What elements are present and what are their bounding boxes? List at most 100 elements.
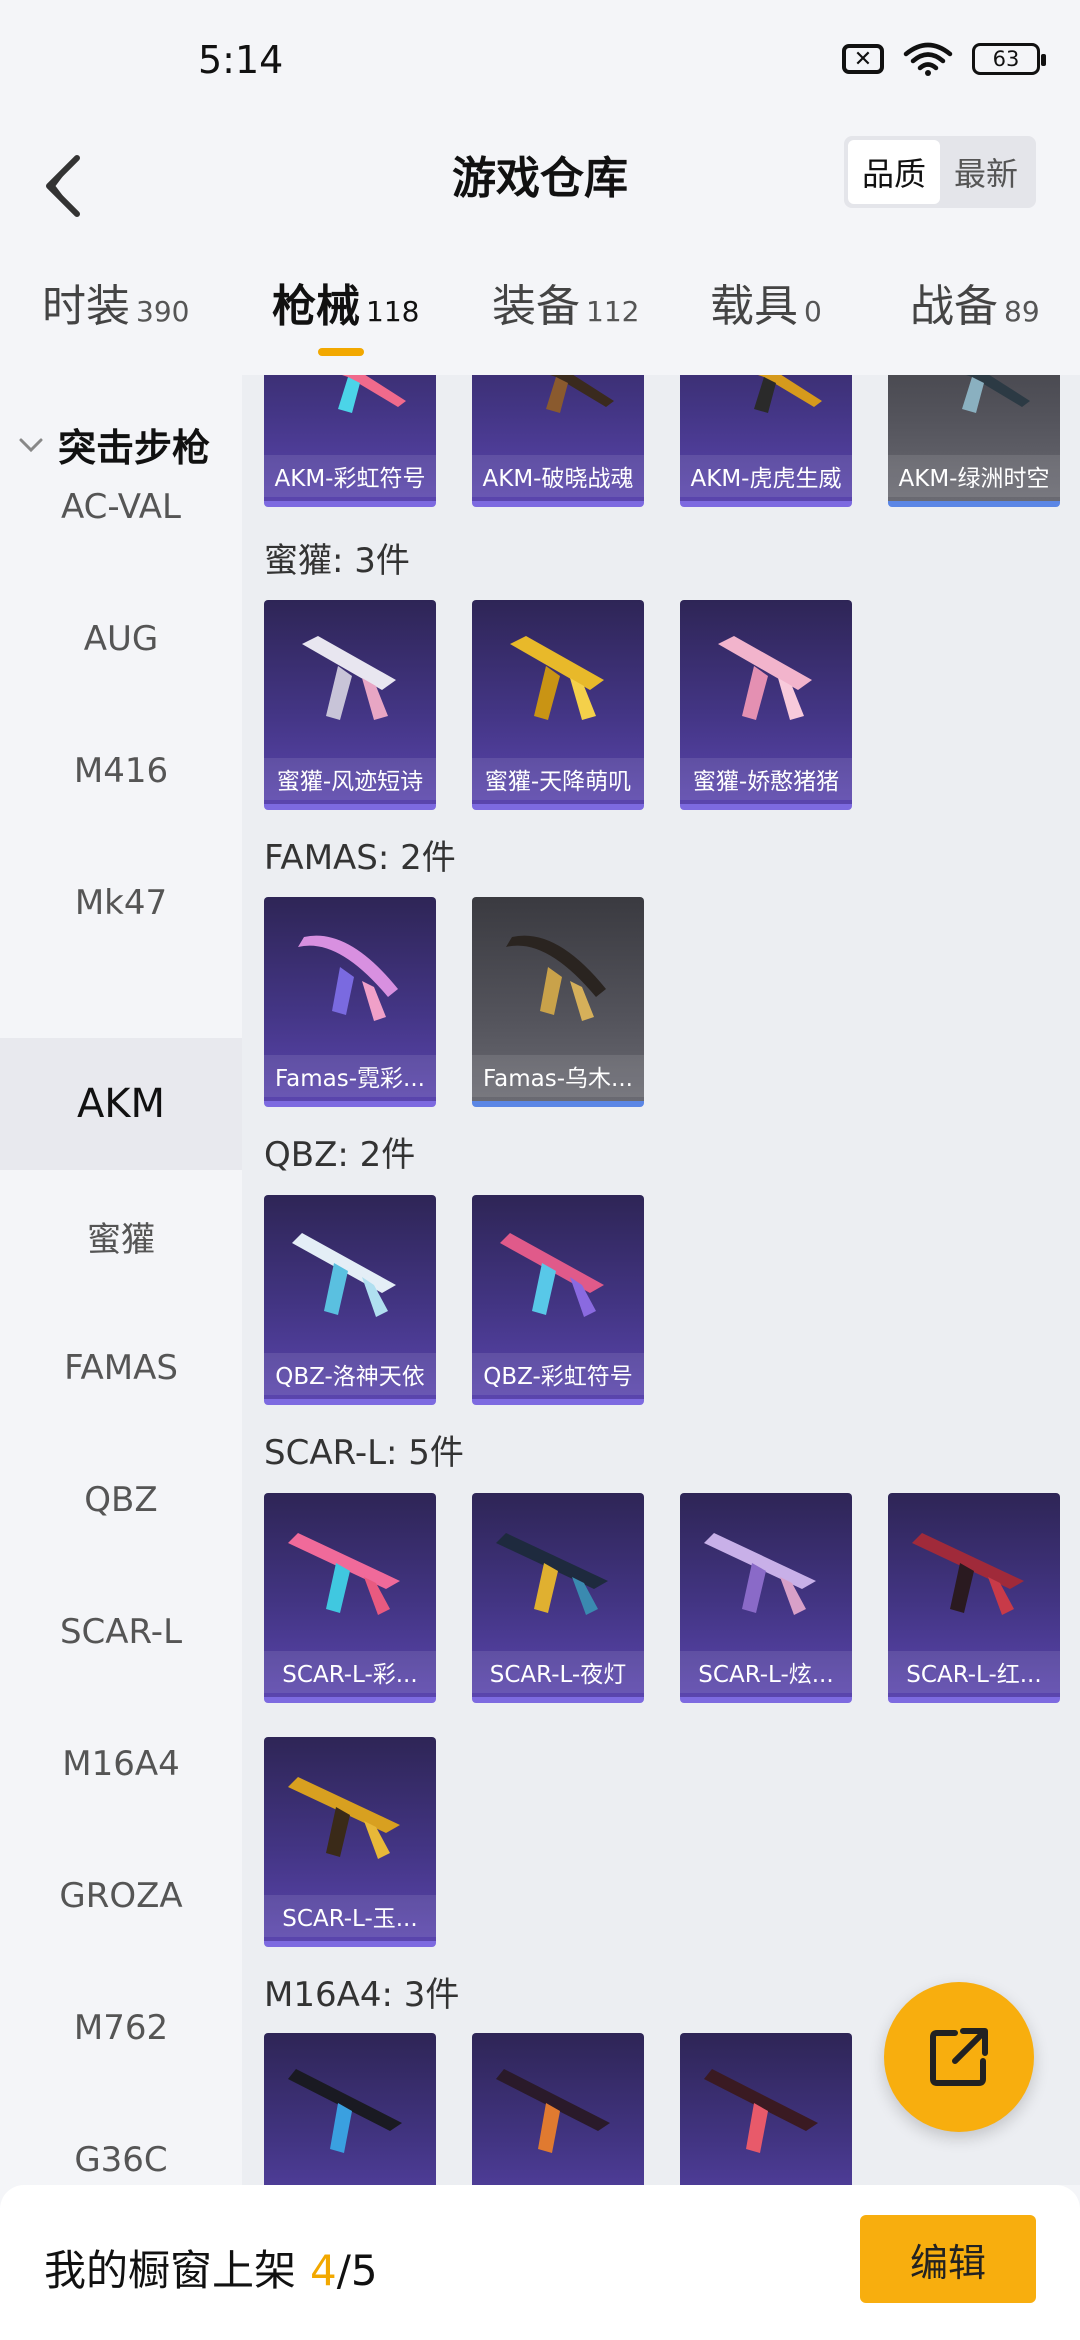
status-time: 5:14 [198, 38, 284, 82]
weapon-sidebar: 突击步枪 AC-VAL AUG M416 Mk47 AKM 蜜獾 FAMAS Q… [0, 375, 242, 2185]
edit-button[interactable]: 编辑 [860, 2215, 1036, 2303]
rifle-icon [718, 636, 812, 720]
rifle-icon [496, 2069, 610, 2153]
weapon-grid: AKM-彩虹符号 AKM-破晓战魂 AKM-虎虎生威 AKM-绿洲时空 蜜獾: … [242, 375, 1080, 2185]
skin-card[interactable]: SCAR-L-夜灯 [472, 1493, 644, 1703]
skin-card[interactable]: Famas-乌木... [472, 897, 644, 1107]
sort-quality-button[interactable]: 品质 [848, 140, 940, 204]
battery-level: 63 [992, 47, 1020, 71]
skin-name: SCAR-L-红... [888, 1651, 1060, 1693]
skin-card[interactable]: SCAR-L-炫... [680, 1493, 852, 1703]
sidebar-item-mk47[interactable]: Mk47 [0, 837, 242, 969]
skin-name: AKM-虎虎生威 [680, 455, 852, 497]
sidebar-item-m16a4[interactable]: M16A4 [0, 1698, 242, 1830]
skin-card[interactable]: AKM-绿洲时空 [888, 375, 1060, 507]
skin-card[interactable]: SCAR-L-玉... [264, 1737, 436, 1947]
share-button[interactable] [884, 1982, 1034, 2132]
group-label-honey-badger: 蜜獾: 3件 [264, 541, 410, 581]
skin-name: QBZ-彩虹符号 [472, 1353, 644, 1395]
skin-card[interactable]: AKM-彩虹符号 [264, 375, 436, 507]
tab-vehicles[interactable]: 载具 0 [710, 270, 822, 334]
sidebar-item-ac-val[interactable]: AC-VAL [0, 441, 242, 573]
category-tabs: 时装 390 枪械 118 装备 112 载具 0 战备 89 [0, 270, 1080, 360]
skin-name: SCAR-L-玉... [264, 1895, 436, 1937]
sidebar-item-akm[interactable]: AKM [0, 1038, 242, 1170]
sort-toggle: 品质 最新 [844, 136, 1036, 208]
skin-card[interactable]: 蜜獾-风迹短诗 [264, 600, 436, 810]
skin-card[interactable]: AKM-破晓战魂 [472, 375, 644, 507]
status-bar: 5:14 ✕ 63 [0, 0, 1080, 120]
sidebar-item-m762[interactable]: M762 [0, 1962, 242, 2094]
tab-label: 装备 [492, 281, 580, 332]
rifle-icon [754, 375, 822, 413]
skin-name: SCAR-L-彩... [264, 1651, 436, 1693]
rifle-icon [302, 636, 396, 720]
sidebar-item-famas[interactable]: FAMAS [0, 1302, 242, 1434]
skin-name: 蜜獾-天降萌叽 [472, 758, 644, 800]
skin-card[interactable]: SCAR-L-彩... [264, 1493, 436, 1703]
showcase-current-count: 4 [310, 2246, 337, 2295]
skin-card[interactable] [264, 2033, 436, 2185]
skin-name: 蜜獾-风迹短诗 [264, 758, 436, 800]
share-icon [930, 2028, 988, 2086]
rifle-icon [288, 1777, 400, 1859]
skin-card[interactable]: Famas-霓彩... [264, 897, 436, 1107]
battery-icon: 63 [972, 43, 1046, 75]
wifi-icon [903, 42, 953, 76]
group-label-qbz: QBZ: 2件 [264, 1135, 416, 1175]
tab-count: 118 [366, 295, 420, 328]
tab-label: 枪械 [272, 281, 360, 332]
tab-supplies[interactable]: 战备 89 [910, 270, 1040, 334]
sidebar-item-qbz[interactable]: QBZ [0, 1434, 242, 1566]
skin-card[interactable] [680, 2033, 852, 2185]
rifle-icon [506, 935, 606, 1021]
showcase-status: 我的橱窗上架 4 / 5 [44, 2237, 378, 2298]
skin-card[interactable]: SCAR-L-红... [888, 1493, 1060, 1703]
skin-name: SCAR-L-夜灯 [472, 1651, 644, 1693]
rifle-icon [510, 636, 604, 720]
skin-card[interactable]: AKM-虎虎生威 [680, 375, 852, 507]
skin-name: 蜜獾-娇憨猪猪 [680, 758, 852, 800]
showcase-total-count: 5 [350, 2246, 378, 2295]
sidebar-item-groza[interactable]: GROZA [0, 1830, 242, 1962]
skin-name: SCAR-L-炫... [680, 1651, 852, 1693]
tab-fashion[interactable]: 时装 390 [42, 270, 189, 334]
tab-count: 0 [804, 295, 822, 328]
sidebar-item-scar-l[interactable]: SCAR-L [0, 1566, 242, 1698]
status-icons: ✕ 63 [842, 42, 1046, 76]
tab-count: 89 [1004, 295, 1040, 328]
sidebar-item-honey-badger[interactable]: 蜜獾 [0, 1170, 242, 1302]
skin-name: Famas-乌木... [472, 1055, 644, 1097]
bottom-bar: 我的橱窗上架 4 / 5 编辑 [0, 2185, 1080, 2340]
skin-name: QBZ-洛神天依 [264, 1353, 436, 1395]
group-label-scar-l: SCAR-L: 5件 [264, 1433, 464, 1473]
sidebar-item-aug[interactable]: AUG [0, 573, 242, 705]
rifle-icon [546, 375, 614, 413]
skin-name: AKM-破晓战魂 [472, 455, 644, 497]
sim-disabled-icon: ✕ [842, 44, 884, 74]
showcase-label: 我的橱窗上架 [44, 2246, 297, 2295]
showcase-separator: / [336, 2246, 351, 2295]
rifle-icon [288, 1533, 400, 1615]
tab-guns[interactable]: 枪械 118 [272, 270, 419, 334]
tab-count: 390 [136, 295, 190, 328]
skin-card[interactable]: 蜜獾-娇憨猪猪 [680, 600, 852, 810]
skin-card[interactable] [472, 2033, 644, 2185]
rifle-icon [500, 1233, 604, 1317]
rifle-icon [338, 375, 406, 413]
sort-newest-button[interactable]: 最新 [940, 140, 1032, 204]
rifle-icon [288, 2069, 402, 2153]
tab-label: 时装 [42, 281, 130, 332]
tab-count: 112 [586, 295, 640, 328]
skin-card[interactable]: QBZ-彩虹符号 [472, 1195, 644, 1405]
rifle-icon [962, 375, 1030, 413]
tab-equipment[interactable]: 装备 112 [492, 270, 639, 334]
active-tab-indicator [318, 348, 364, 356]
rifle-icon [704, 1533, 816, 1615]
group-label-famas: FAMAS: 2件 [264, 838, 456, 878]
sidebar-item-m416[interactable]: M416 [0, 705, 242, 837]
rifle-icon [496, 1533, 608, 1615]
skin-card[interactable]: 蜜獾-天降萌叽 [472, 600, 644, 810]
skin-card[interactable]: QBZ-洛神天依 [264, 1195, 436, 1405]
rifle-icon [298, 935, 398, 1021]
